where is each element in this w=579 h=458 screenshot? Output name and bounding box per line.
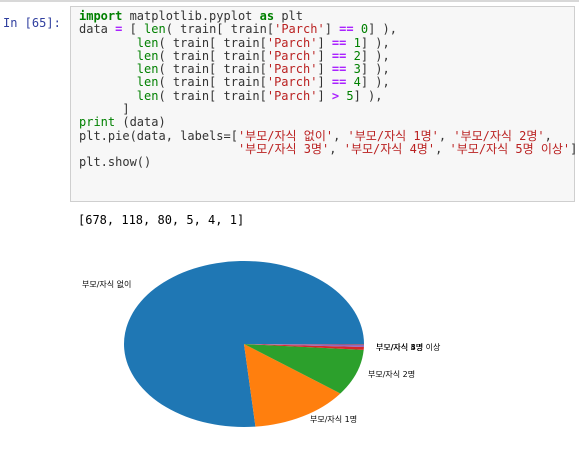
code-token: plt.pie(data, labels=[: [79, 128, 238, 143]
code-token: ==: [339, 22, 354, 37]
code-token: ]: [317, 62, 332, 77]
code-line: plt.pie(data, labels=['부모/자식 없이', '부모/자식…: [79, 129, 552, 143]
code-token: len: [136, 88, 159, 103]
code-token: ( train[ train[: [165, 22, 275, 37]
code-token: len: [144, 22, 166, 37]
code-token: (data): [115, 115, 166, 130]
code-line: len( train[ train['Parch'] == 4] ),: [79, 75, 390, 89]
code-token: [: [122, 22, 145, 37]
code-token: ==: [331, 75, 347, 90]
code-token: ]: [79, 102, 130, 117]
code-token: plt: [274, 9, 303, 23]
code-token: 'Parch': [274, 22, 325, 37]
code-token: as: [259, 9, 275, 23]
code-token: len: [136, 48, 159, 63]
code-line: len( train[ train['Parch'] == 3] ),: [79, 62, 390, 76]
code-token: ] ),: [353, 88, 383, 103]
code-token: ( train[ train[: [158, 35, 267, 50]
code-cell-input[interactable]: import matplotlib.pyplot as plt data = […: [70, 6, 579, 202]
code-token: ( train[ train[: [158, 48, 267, 63]
code-token: ]: [324, 22, 340, 37]
print-output: [678, 118, 80, 5, 4, 1]: [78, 213, 245, 227]
pie-chart: 부모/자식 없이부모/자식 1명부모/자식 2명부모/자식 3명부모/자식 4명…: [82, 260, 441, 427]
top-divider: [0, 0, 579, 2]
code-token: ] ),: [360, 35, 390, 50]
cell-prompt: In [65]:: [3, 16, 61, 30]
code-token: ,: [333, 128, 348, 143]
code-token: 'Parch': [266, 62, 318, 77]
code-line: data = [ len( train[ train['Parch'] == 0…: [79, 22, 397, 36]
code-token: '부모/자식 3명': [237, 141, 330, 156]
code-token: '부모/자식 4명': [343, 141, 436, 156]
code-token: 3: [353, 62, 361, 77]
code-token: '부모/자식 2명': [453, 128, 545, 143]
code-token: 2: [353, 48, 361, 63]
code-token: ( train[ train[: [158, 62, 267, 77]
code-token: '부모/자식 1명': [347, 128, 439, 143]
code-line: '부모/자식 3명', '부모/자식 4명', '부모/자식 5명 이상']): [79, 142, 579, 156]
code-token: 4: [353, 75, 361, 90]
code-token: ,: [438, 128, 454, 143]
code-line: len( train[ train['Parch'] > 5] ),: [79, 89, 383, 103]
code-line: len( train[ train['Parch'] == 2] ),: [79, 49, 390, 63]
code-token: ] ),: [360, 48, 390, 63]
code-line: len( train[ train['Parch'] == 1] ),: [79, 36, 390, 50]
code-token: 'Parch': [266, 35, 318, 50]
code-token: 1: [353, 35, 361, 50]
code-token: ==: [331, 35, 347, 50]
pie-label: 부모/자식 2명: [368, 369, 415, 379]
code-token: ] ),: [360, 62, 390, 77]
code-token: data: [79, 22, 116, 37]
code-line: plt.show(): [79, 155, 151, 169]
code-line: print (data): [79, 115, 166, 129]
code-token: ]: [317, 48, 332, 63]
code-token: 0: [360, 22, 369, 37]
code-token: import: [79, 9, 123, 23]
code-token: ]: [317, 88, 332, 103]
code-token: 5: [346, 88, 354, 103]
code-token: ,: [329, 141, 344, 156]
code-token: ] ),: [368, 22, 397, 37]
code-token: 'Parch': [266, 88, 318, 103]
code-token: plt.show(): [79, 155, 152, 170]
code-token: len: [136, 62, 159, 77]
code-token: 'Parch': [266, 48, 318, 63]
code-token: ==: [331, 62, 347, 77]
code-token: ,: [544, 128, 552, 143]
code-token: ]: [317, 35, 332, 50]
pie-label: 부모/자식 없이: [82, 279, 131, 289]
code-token: ( train[ train[: [158, 75, 267, 90]
code-token: 'Parch': [266, 75, 318, 90]
code-token: ]: [317, 75, 332, 90]
code-token: ] ),: [360, 75, 390, 90]
code-token: ,: [435, 141, 450, 156]
pie-label: 부모/자식 1명: [310, 414, 357, 424]
code-token: ( train[ train[: [158, 88, 267, 103]
code-token: len: [136, 75, 159, 90]
code-token: ==: [331, 48, 347, 63]
code-line: ]: [79, 102, 130, 117]
code-token: len: [136, 35, 159, 50]
code-token: '부모/자식 5명 이상': [449, 141, 571, 156]
pie-label: 부모/자식 5명 이상: [376, 342, 441, 352]
code-token: print: [79, 115, 116, 130]
code-token: '부모/자식 없이': [237, 128, 334, 143]
code-line: import matplotlib.pyplot as plt: [79, 9, 303, 23]
code-editor[interactable]: import matplotlib.pyplot as plt data = […: [79, 9, 579, 170]
code-token: ]): [570, 141, 579, 156]
code-token: matplotlib.pyplot: [122, 9, 260, 23]
